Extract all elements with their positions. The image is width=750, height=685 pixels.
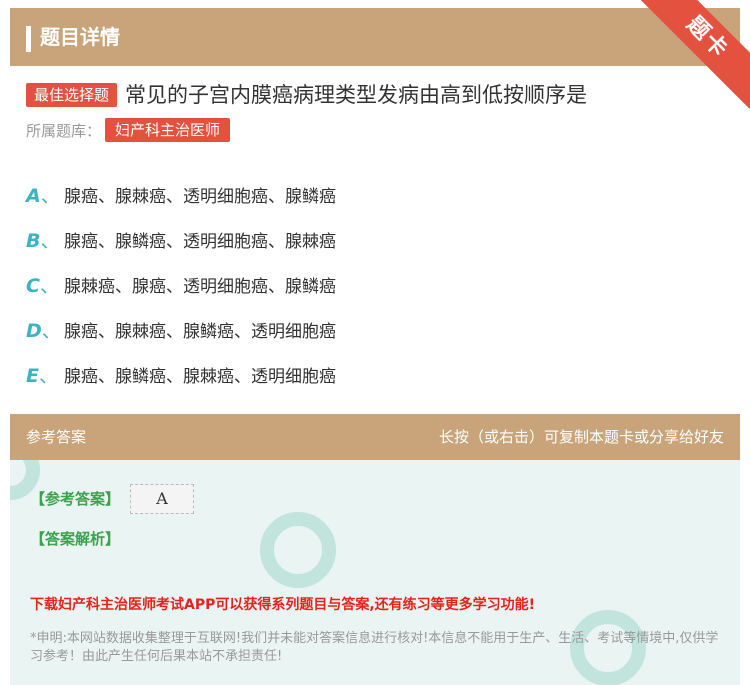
- option-letter: C: [26, 275, 40, 297]
- option-text: 腺癌、腺棘癌、腺鳞癌、透明细胞癌: [64, 322, 336, 342]
- question-type-badge: 最佳选择题: [26, 83, 118, 107]
- option-text: 腺棘癌、腺癌、透明细胞癌、腺鳞癌: [64, 277, 336, 297]
- answer-header-title: 参考答案: [26, 428, 87, 446]
- option-letter: A: [26, 185, 41, 207]
- option-text: 腺癌、腺鳞癌、腺棘癌、透明细胞癌: [64, 367, 336, 387]
- option-text: 腺癌、腺鳞癌、透明细胞癌、腺棘癌: [64, 232, 336, 252]
- option-letter: D: [26, 320, 42, 342]
- option-a[interactable]: A、 腺癌、腺棘癌、透明细胞癌、腺鳞癌: [26, 172, 336, 217]
- option-e[interactable]: E、 腺癌、腺鳞癌、腺棘癌、透明细胞癌: [26, 352, 336, 397]
- option-separator: 、: [40, 230, 60, 252]
- answer-header: 参考答案 长按（或右击）可复制本题卡或分享给好友: [10, 414, 740, 460]
- question-text: 常见的子宫内膜癌病理类型发病由高到低按顺序是: [125, 83, 588, 107]
- page-title: 题目详情: [40, 25, 120, 49]
- option-c[interactable]: C、 腺棘癌、腺癌、透明细胞癌、腺鳞癌: [26, 262, 336, 307]
- option-separator: 、: [39, 275, 59, 297]
- option-separator: 、: [38, 365, 58, 387]
- options-list: A、 腺癌、腺棘癌、透明细胞癌、腺鳞癌 B、 腺癌、腺鳞癌、透明细胞癌、腺棘癌 …: [26, 172, 336, 397]
- reference-answer-label: 【参考答案】: [30, 490, 121, 508]
- option-separator: 、: [41, 320, 61, 342]
- app-download-promo[interactable]: 下载妇产科主治医师考试APP可以获得系列题目与答案,还有练习等更多学习功能!: [30, 594, 535, 614]
- option-letter: E: [26, 365, 39, 387]
- option-separator: 、: [40, 185, 60, 207]
- watermark-logo-icon: [260, 512, 336, 588]
- disclaimer-text: *申明:本网站数据收集整理于互联网!我们并未能对答案信息进行核对!本信息不能用于…: [30, 631, 719, 664]
- option-d[interactable]: D、 腺癌、腺棘癌、腺鳞癌、透明细胞癌: [26, 307, 336, 352]
- option-letter: B: [26, 230, 41, 252]
- reference-answer-value: A: [130, 484, 194, 514]
- option-b[interactable]: B、 腺癌、腺鳞癌、透明细胞癌、腺棘癌: [26, 217, 336, 262]
- header-accent-bar: [26, 26, 31, 52]
- source-label: 所属题库：: [26, 121, 102, 140]
- question-block: 最佳选择题 常见的子宫内膜癌病理类型发病由高到低按顺序是 所属题库： 妇产科主治…: [26, 80, 726, 142]
- answer-body: 【参考答案】 A 【答案解析】 下载妇产科主治医师考试APP可以获得系列题目与答…: [10, 460, 740, 685]
- answer-analysis-label: 【答案解析】: [30, 530, 121, 548]
- share-hint: 长按（或右击）可复制本题卡或分享给好友: [438, 428, 724, 446]
- option-text: 腺癌、腺棘癌、透明细胞癌、腺鳞癌: [64, 187, 336, 207]
- source-badge[interactable]: 妇产科主治医师: [105, 118, 231, 142]
